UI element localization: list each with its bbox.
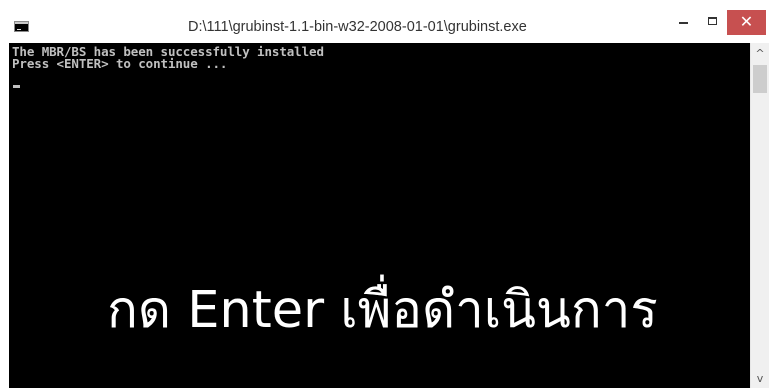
close-button[interactable]: ✕ [727,10,766,35]
overlay-caption: กด Enter เพื่อดำเนินการ [107,281,658,340]
scroll-thumb[interactable] [753,65,767,93]
scroll-up-arrow-icon[interactable]: ^ [751,43,769,63]
console-window: D:\111\grubinst-1.1-bin-w32-2008-01-01\g… [0,0,769,392]
window-bottom-border [0,388,769,392]
console-icon[interactable] [14,21,29,32]
vertical-scrollbar[interactable]: ^ v [750,43,769,388]
window-title: D:\111\grubinst-1.1-bin-w32-2008-01-01\g… [188,19,527,35]
text-cursor [13,85,20,88]
title-bar[interactable]: D:\111\grubinst-1.1-bin-w32-2008-01-01\g… [0,0,769,43]
maximize-button[interactable] [698,10,727,35]
scroll-down-arrow-icon[interactable]: v [751,370,769,388]
console-line: Press <ENTER> to continue ... [12,56,228,71]
minimize-button[interactable] [669,10,698,35]
